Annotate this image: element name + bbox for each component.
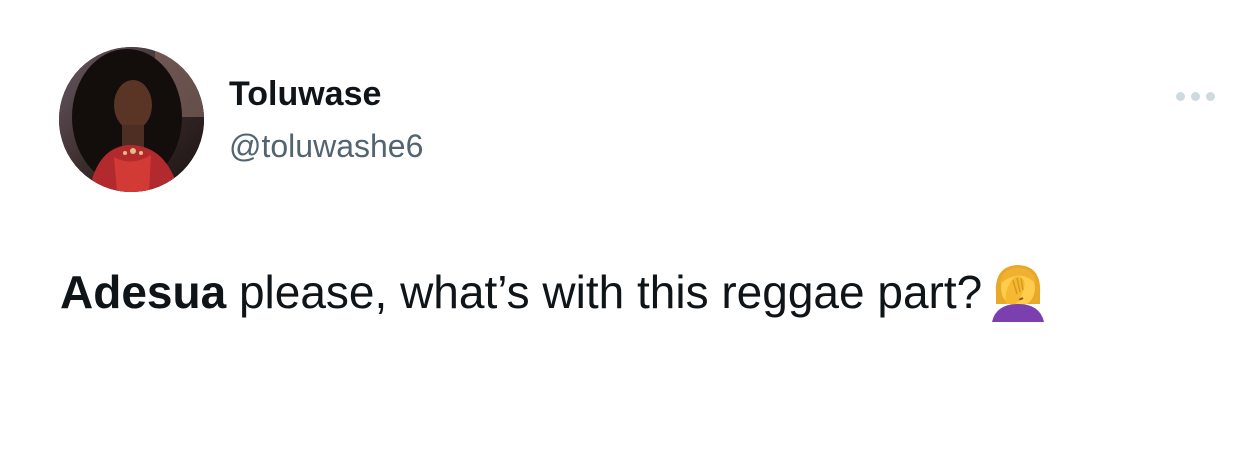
dot bbox=[1190, 91, 1200, 101]
avatar[interactable] bbox=[59, 47, 204, 192]
user-handle[interactable]: @toluwashe6 bbox=[229, 126, 423, 166]
user-info: Toluwase @toluwashe6 bbox=[229, 72, 423, 166]
woman-facepalming-emoji-icon bbox=[986, 260, 1050, 322]
display-name[interactable]: Toluwase bbox=[229, 72, 423, 116]
tweet-card: Toluwase @toluwashe6 Adesua please, what… bbox=[0, 0, 1247, 456]
dot bbox=[1205, 91, 1215, 101]
tweet-bold-word: Adesua bbox=[60, 266, 227, 318]
avatar-image bbox=[59, 47, 204, 192]
tweet-text: Adesua please, what’s with this reggae p… bbox=[60, 260, 1180, 323]
dot bbox=[1175, 91, 1185, 101]
more-dots-icon[interactable] bbox=[1170, 84, 1220, 108]
tweet-body-text: please, what’s with this reggae part? bbox=[226, 266, 983, 318]
